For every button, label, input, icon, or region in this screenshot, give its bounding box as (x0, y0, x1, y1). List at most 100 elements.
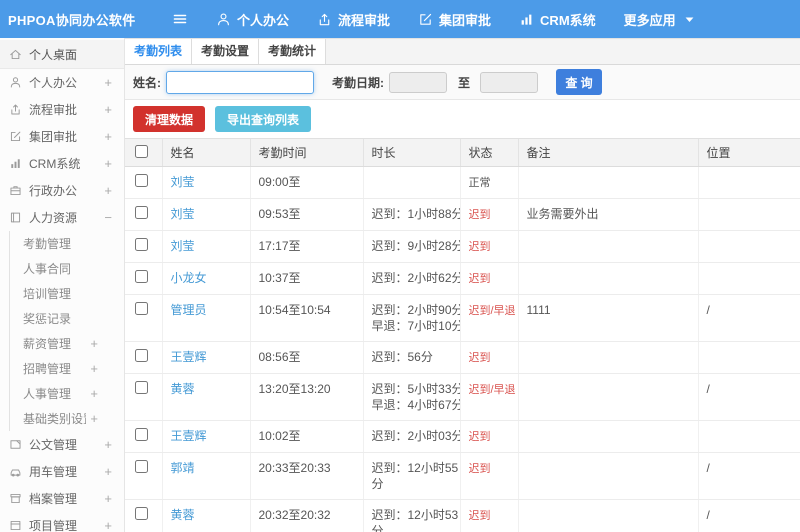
row-checkbox[interactable] (135, 302, 148, 315)
employee-name-link[interactable]: 小龙女 (171, 271, 207, 285)
tab-attendance-statistics[interactable]: 考勤统计 (259, 39, 327, 64)
column-header: 姓名 (161, 138, 250, 167)
clean-data-button[interactable]: 清理数据 (133, 106, 206, 132)
row-checkbox[interactable] (135, 238, 148, 251)
nav-item-crm-system[interactable]: CRM系统 (505, 0, 610, 38)
sidebar-subitem-training-management[interactable]: 培训管理 (10, 281, 124, 306)
employee-name-link[interactable]: 王壹辉 (171, 350, 207, 364)
table-row: 刘莹 09:00至 正常 (125, 166, 800, 199)
sidebar-item-crm-system[interactable]: CRM系统 + (0, 150, 124, 177)
sidebar-item-project-management[interactable]: 项目管理 + (0, 512, 124, 532)
status-badge: 迟到 (468, 510, 491, 522)
table-body: 刘莹 09:00至 正常 刘莹 09:53至 迟到：1小时88分 迟到 业务需要外出 刘莹 17:… (125, 166, 800, 532)
column-header: 备注 (517, 138, 698, 167)
column-header: 时长 (362, 138, 460, 167)
date-to-input[interactable] (480, 71, 539, 93)
row-checkbox[interactable] (135, 460, 148, 473)
employee-name-link[interactable]: 王壹辉 (171, 429, 207, 443)
column-header: 位置 (697, 138, 800, 167)
row-checkbox[interactable] (135, 206, 148, 219)
location-cell: / (697, 373, 800, 421)
attendance-time-cell: 20:33至20:33 (249, 452, 363, 500)
sidebar-item-label: 人力资源 (29, 211, 78, 225)
row-checkbox[interactable] (135, 507, 148, 520)
sidebar-subitem-attendance-management[interactable]: 考勤管理 (10, 231, 124, 256)
menu-icon[interactable] (172, 11, 188, 27)
duration-cell: 迟到：9小时28分 (362, 230, 460, 263)
name-cell: 刘莹 (161, 166, 250, 199)
employee-name-link[interactable]: 刘莹 (171, 207, 195, 221)
row-checkbox[interactable] (135, 270, 148, 283)
name-cell: 郭靖 (161, 452, 250, 500)
sidebar-item-label: 个人办公 (29, 76, 78, 90)
row-checkbox-cell (125, 166, 162, 199)
row-checkbox-cell (125, 262, 162, 295)
nav-item-personal-office[interactable]: 个人办公 (202, 0, 303, 38)
tab-attendance-settings[interactable]: 考勤设置 (192, 39, 260, 64)
sidebar-item-group-approval[interactable]: 集团审批 + (0, 123, 124, 150)
status-cell: 迟到/早退 (459, 373, 518, 421)
briefcase-icon (9, 184, 22, 197)
sidebar-subitem-salary-management[interactable]: 薪资管理 + (10, 331, 124, 356)
note-cell (517, 341, 698, 374)
sidebar-subitem-personnel-management[interactable]: 人事管理 + (10, 381, 124, 406)
sidebar-subitem-basic-category-settings[interactable]: 基础类别设置 + (10, 406, 124, 431)
expand-icon: + (104, 491, 112, 506)
doc-icon (9, 438, 22, 451)
date-from-input[interactable] (389, 71, 447, 93)
sidebar: 个人桌面 个人办公 + 流程审批 + 集团审批 + CRM系统 + 行政办公 + 人力资源 − 考勤管理人… (0, 38, 125, 532)
name-cell: 管理员 (161, 294, 250, 342)
header-checkbox-cell (125, 138, 162, 167)
row-checkbox[interactable] (135, 349, 148, 362)
sidebar-subitem-reward-punishment-records[interactable]: 奖惩记录 (10, 306, 124, 331)
main-content: 考勤列表 考勤设置 考勤统计 姓名: 考勤日期: 至 查 询 清理数据 导出查询列表… (125, 38, 800, 532)
sidebar-item-admin-office[interactable]: 行政办公 + (0, 177, 124, 204)
sidebar-item-workflow-approval[interactable]: 流程审批 + (0, 96, 124, 123)
sidebar-item-human-resources[interactable]: 人力资源 − (0, 204, 124, 231)
chart-icon (519, 12, 534, 27)
employee-name-link[interactable]: 黄蓉 (171, 508, 195, 522)
employee-name-link[interactable]: 刘莹 (171, 239, 195, 253)
attendance-time-cell: 10:02至 (249, 420, 363, 453)
employee-name-link[interactable]: 郭靖 (171, 461, 195, 475)
location-cell (697, 262, 800, 295)
expand-icon: + (90, 386, 98, 401)
search-button[interactable]: 查 询 (556, 69, 603, 95)
expand-icon: + (90, 336, 98, 351)
sidebar-item-label: 公文管理 (29, 438, 78, 452)
row-checkbox[interactable] (135, 428, 148, 441)
table-row: 刘莹 09:53至 迟到：1小时88分 迟到 业务需要外出 (125, 198, 800, 231)
sidebar-item-archive-management[interactable]: 档案管理 + (0, 485, 124, 512)
sidebar-subitem-recruitment-management[interactable]: 招聘管理 + (10, 356, 124, 381)
export-list-button[interactable]: 导出查询列表 (215, 106, 312, 132)
expand-icon: + (104, 437, 112, 452)
select-all-checkbox[interactable] (135, 144, 148, 158)
sidebar-subitem-personnel-contract[interactable]: 人事合同 (10, 256, 124, 281)
expand-icon: + (104, 129, 112, 144)
employee-name-link[interactable]: 黄蓉 (171, 382, 195, 396)
nav-item-label: CRM系统 (540, 12, 596, 28)
employee-name-link[interactable]: 管理员 (171, 303, 207, 317)
sidebar-item-vehicle-management[interactable]: 用车管理 + (0, 458, 124, 485)
row-checkbox[interactable] (135, 381, 148, 394)
sidebar-subitem-label: 考勤管理 (23, 237, 72, 251)
note-cell: 1111 (517, 294, 698, 342)
flow-icon (317, 12, 332, 27)
employee-name-link[interactable]: 刘莹 (171, 175, 195, 189)
status-cell: 正常 (459, 166, 518, 199)
nav-item-label: 更多应用 (623, 12, 676, 28)
table-row: 刘莹 17:17至 迟到：9小时28分 迟到 (125, 230, 800, 263)
name-input[interactable] (166, 70, 314, 94)
nav-item-group-approval[interactable]: 集团审批 (404, 0, 505, 38)
nav-item-more-apps[interactable]: 更多应用 (610, 0, 711, 38)
tab-attendance-list[interactable]: 考勤列表 (125, 39, 193, 64)
nav-item-workflow-approval[interactable]: 流程审批 (303, 0, 404, 38)
expand-icon: + (104, 102, 112, 117)
note-cell (517, 452, 698, 500)
status-cell: 迟到 (459, 452, 518, 500)
row-checkbox[interactable] (135, 174, 148, 187)
sidebar-item-personal-office[interactable]: 个人办公 + (0, 69, 124, 96)
sidebar-item-personal-desktop[interactable]: 个人桌面 (0, 40, 124, 69)
sidebar-item-document-management[interactable]: 公文管理 + (0, 431, 124, 458)
attendance-table: 姓名 考勤时间 时长 状态 备注 位置 刘莹 09:00至 正常 刘莹 09:53至 迟到：1小时8… (125, 138, 800, 532)
